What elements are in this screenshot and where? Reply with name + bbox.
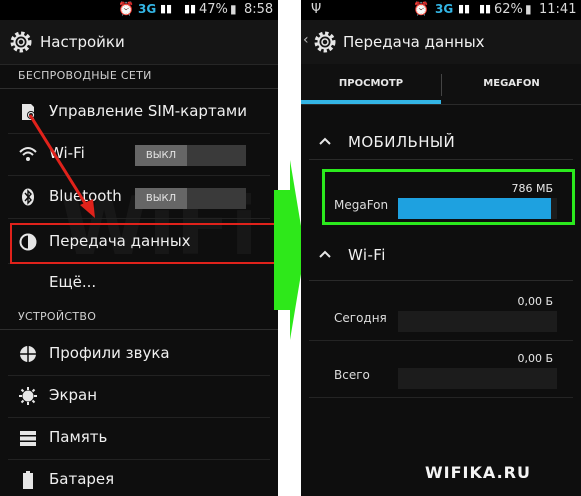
group-title: МОБИЛЬНЫЙ <box>348 133 456 151</box>
data-usage-screen: Ψ ⏰ 3G ▮▮ ▮▮ 62% ▮ 11:41 ‹ Передача данн… <box>301 0 581 496</box>
usage-row-name: Сегодня <box>334 311 387 325</box>
site-watermark: WIFIKA.RU <box>425 463 531 482</box>
usage-row-name: Всего <box>334 368 370 382</box>
battery-icon: ▮ <box>525 2 532 16</box>
signal-icon: ▮▮ <box>458 2 471 15</box>
group-header-mobile[interactable]: МОБИЛЬНЫЙ <box>301 128 581 158</box>
back-chevron-icon[interactable]: ‹ <box>303 32 309 48</box>
usage-bar-track <box>398 311 557 332</box>
divider <box>309 280 573 281</box>
usage-row-value: 0,00 Б <box>517 352 553 365</box>
usage-row-value: 0,00 Б <box>517 295 553 308</box>
group-title: Wi-Fi <box>348 246 386 264</box>
tab-megafon[interactable]: MEGAFON <box>442 64 581 104</box>
action-bar: ‹ Передача данных <box>301 20 581 65</box>
tab-bar: ПРОСМОТР MEGAFON <box>301 64 581 105</box>
usage-row-total[interactable]: Всего 0,00 Б <box>309 341 573 398</box>
signal-2-icon: ▮▮ <box>479 2 492 15</box>
tab-overview[interactable]: ПРОСМОТР <box>301 64 441 104</box>
alarm-icon: ⏰ <box>413 2 430 17</box>
usb-icon: Ψ <box>311 2 322 17</box>
group-header-wifi[interactable]: Wi-Fi <box>301 241 581 271</box>
status-bar: Ψ ⏰ 3G ▮▮ ▮▮ 62% ▮ 11:41 <box>301 0 581 20</box>
page-title: Передача данных <box>343 33 485 51</box>
divider <box>309 159 573 160</box>
settings-gear-icon[interactable] <box>313 30 337 54</box>
chevron-up-icon <box>319 250 331 258</box>
settings-screen: WiFi ⏰ 3G ▮▮ ▮▮ 47% ▮ 8:58 Настройки БЕС… <box>0 0 278 496</box>
usage-bar-track <box>398 368 557 389</box>
battery-percent: 62% <box>494 2 523 17</box>
chevron-up-icon <box>319 137 331 145</box>
highlight-box-megafon <box>322 169 575 225</box>
usage-row-today[interactable]: Сегодня 0,00 Б <box>309 284 573 341</box>
network-type: 3G <box>435 2 454 16</box>
red-arrow-annotation <box>28 114 95 218</box>
clock: 11:41 <box>539 2 577 17</box>
